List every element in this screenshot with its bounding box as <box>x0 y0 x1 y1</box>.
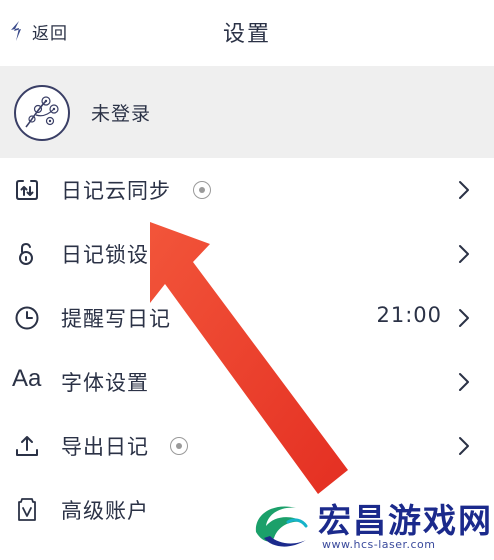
new-badge-icon <box>170 437 188 455</box>
dragon-logo-icon <box>255 506 308 547</box>
watermark-url: www.hcs-laser.com <box>322 538 436 551</box>
export-icon <box>16 436 38 456</box>
settings-item-font[interactable]: Aa 字体设置 <box>0 350 494 414</box>
floral-avatar-icon <box>25 96 59 128</box>
settings-item-label: 字体设置 <box>61 371 149 395</box>
settings-item-label: 日记云同步 <box>61 179 171 203</box>
chevron-right-icon <box>459 181 469 199</box>
settings-item-label: 日记锁设置 <box>61 243 171 267</box>
site-watermark: 宏昌游戏网 www.hcs-laser.com <box>236 488 494 560</box>
settings-item-diary-lock[interactable]: 日记锁设置 <box>0 222 494 286</box>
page-title: 设置 <box>222 22 271 47</box>
settings-item-export[interactable]: 导出日记 <box>0 414 494 478</box>
settings-item-label: 导出日记 <box>61 435 149 459</box>
login-status: 未登录 <box>91 103 152 125</box>
avatar[interactable] <box>14 85 70 141</box>
lock-icon <box>19 242 33 265</box>
settings-item-label: 高级账户 <box>61 499 149 523</box>
reminder-time: 21:00 <box>376 303 442 327</box>
chevron-right-icon <box>459 373 469 391</box>
top-bar: 返回 设置 <box>0 0 494 66</box>
settings-item-label: 提醒写日记 <box>61 307 171 331</box>
font-aa-icon: Aa <box>12 365 42 392</box>
chevron-right-icon <box>459 245 469 263</box>
cloud-sync-icon <box>16 180 38 200</box>
chevron-right-icon <box>459 437 469 455</box>
clock-icon <box>15 306 39 330</box>
premium-account-icon <box>18 498 36 521</box>
watermark-name: 宏昌游戏网 <box>318 501 493 540</box>
user-account-row[interactable]: 未登录 <box>0 66 494 158</box>
settings-item-reminder[interactable]: 提醒写日记 21:00 <box>0 286 494 350</box>
settings-item-cloud-sync[interactable]: 日记云同步 <box>0 158 494 222</box>
settings-list: 日记云同步 日记锁设置 提醒写日记 21:00 Aa 字体设置 导出日记 高级账… <box>0 158 494 542</box>
chevron-right-icon <box>459 309 469 327</box>
new-badge-icon <box>193 181 211 199</box>
